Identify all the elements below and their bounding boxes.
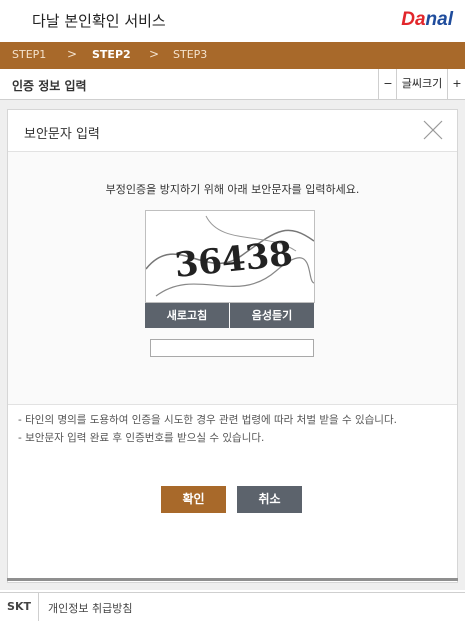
dialog-title: 보안문자 입력 [24, 127, 100, 142]
cancel-button[interactable]: 취소 [237, 486, 302, 513]
footer: SKT 개인정보 취급방침 [0, 592, 465, 621]
notice-list: - 타인의 명의를 도용하여 인증을 시도한 경우 관련 법령에 따라 처벌 받… [18, 413, 443, 449]
privacy-policy-link[interactable]: 개인정보 취급방침 [48, 600, 132, 616]
section-title: 인증 정보 입력 [12, 79, 87, 93]
chevron-right-icon: > [67, 47, 78, 61]
captcha-input[interactable] [150, 339, 314, 357]
step-3: STEP3 [173, 48, 208, 61]
font-decrease-button[interactable]: − [378, 69, 397, 99]
step-bar: STEP1 > STEP2 > STEP3 [0, 42, 465, 69]
notice-item: - 타인의 명의를 도용하여 인증을 시도한 경우 관련 법령에 따라 처벌 받… [18, 414, 397, 426]
font-increase-button[interactable]: + [447, 69, 465, 99]
font-size-label: 글씨크기 [396, 69, 447, 99]
close-icon[interactable] [423, 120, 443, 140]
captcha-image: 36438 [145, 210, 315, 303]
danal-logo: Danal [401, 9, 453, 30]
dialog-header: 보안문자 입력 [8, 110, 457, 152]
carrier-label: SKT [0, 593, 39, 621]
step-1: STEP1 [12, 48, 47, 61]
toolbar: 인증 정보 입력 − 글씨크기 + [0, 69, 465, 100]
captcha-text: 36438 [173, 234, 295, 286]
step-2: STEP2 [92, 48, 131, 61]
captcha-dialog: 보안문자 입력 부정인증을 방지하기 위해 아래 보안문자를 입력하세요. 36… [7, 109, 458, 583]
instruction-text: 부정인증을 방지하기 위해 아래 보안문자를 입력하세요. [105, 183, 360, 196]
confirm-button[interactable]: 확인 [161, 486, 226, 513]
dialog-bottom-border [7, 578, 458, 581]
notice-item: - 보안문자 입력 완료 후 인증번호를 받으실 수 있습니다. [18, 432, 265, 444]
captcha-area: 부정인증을 방지하기 위해 아래 보안문자를 입력하세요. 36438 새로고침… [8, 152, 457, 405]
header: 다날 본인확인 서비스 Danal [0, 0, 465, 42]
refresh-button[interactable]: 새로고침 [145, 303, 229, 328]
audio-button[interactable]: 음성듣기 [230, 303, 314, 328]
chevron-right-icon: > [149, 47, 160, 61]
app-title: 다날 본인확인 서비스 [32, 12, 166, 30]
